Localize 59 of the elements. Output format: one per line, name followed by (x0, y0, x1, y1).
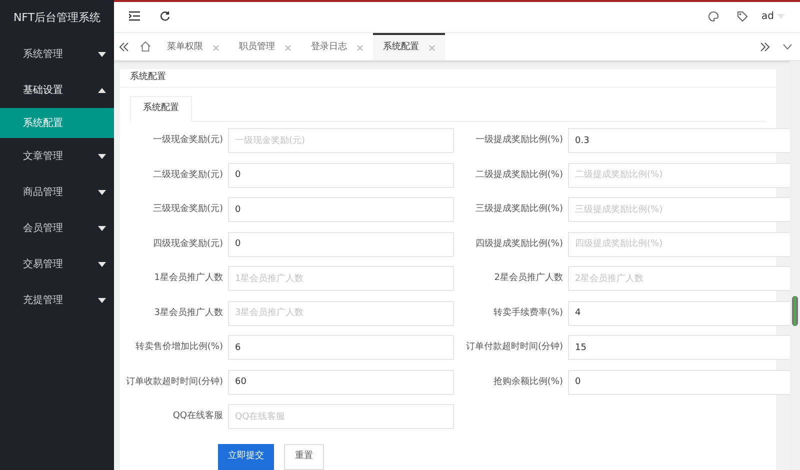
palette-icon[interactable] (708, 10, 719, 22)
card-title: 系统配置 (130, 71, 166, 84)
scroll-left-icon[interactable] (119, 42, 129, 52)
sidebar-item[interactable]: 商品管理 (0, 174, 114, 210)
field-label: QQ在线客服 (172, 410, 224, 423)
sidebar-item[interactable]: 会员管理 (0, 210, 114, 246)
field-label: 转卖售价增加比例(%) (134, 341, 224, 354)
caret-down-icon (98, 262, 106, 266)
input-field[interactable]: QQ在线客服 (228, 404, 454, 430)
submit-button[interactable]: 立即提交 (218, 444, 274, 470)
home-icon[interactable] (140, 41, 151, 52)
chevron-down-icon[interactable] (783, 44, 792, 50)
field-label: 3星会员推广人数 (153, 306, 224, 320)
field-label: 转卖手续费率(%) (492, 306, 564, 320)
input-field[interactable]: 6 (228, 335, 454, 360)
input-field[interactable]: 0 (228, 232, 454, 257)
sidebar-subitem[interactable]: 系统配置 (0, 108, 114, 138)
input-field[interactable]: 1星会员推广人数 (228, 266, 454, 292)
page-tab[interactable]: 登录日志 (301, 33, 373, 60)
page-tab[interactable]: 系统配置 (373, 33, 445, 60)
field-label: 订单收款超时时间(分钟) (124, 376, 224, 388)
scroll-right-icon[interactable] (760, 42, 770, 52)
field-label: 二级现金奖励(元) (152, 168, 224, 182)
field-label: 三级提成奖励比例(%) (474, 203, 564, 216)
caret-down-icon (777, 14, 785, 18)
sidebar-item[interactable]: 系统管理 (0, 36, 114, 72)
user-menu[interactable]: ad (762, 8, 785, 24)
input-field[interactable]: 0 (228, 197, 454, 222)
field-label: 2星会员推广人数 (493, 272, 564, 285)
page-tab[interactable]: 菜单权限 (157, 33, 229, 60)
field-label: 一级现金奖励(元) (152, 134, 224, 147)
sidebar-item[interactable]: 基础设置 (0, 72, 114, 108)
field-label: 1星会员推广人数 (153, 272, 224, 285)
caret-up-icon (98, 88, 106, 92)
tag-icon[interactable] (736, 10, 748, 22)
form-tab[interactable]: 系统配置 (130, 96, 192, 122)
input-field[interactable]: 60 (228, 370, 454, 395)
field-label: 一级提成奖励比例(%) (474, 134, 564, 147)
caret-down-icon (98, 190, 106, 194)
field-label: 抢购余额比例(%) (492, 376, 564, 388)
field-label: 四级现金奖励(元) (152, 238, 224, 250)
sidebar-item[interactable]: 文章管理 (0, 138, 114, 174)
caret-down-icon (98, 52, 106, 56)
caret-down-icon (98, 226, 106, 230)
field-label: 四级提成奖励比例(%) (474, 238, 564, 250)
sidebar-item[interactable]: 充提管理 (0, 282, 114, 318)
input-field[interactable]: 3星会员推广人数 (228, 300, 454, 326)
app-title: NFT后台管理系统 (13, 10, 101, 26)
field-label: 二级提成奖励比例(%) (474, 168, 564, 182)
caret-down-icon (98, 298, 106, 302)
reset-button[interactable]: 重置 (284, 444, 324, 470)
menu-collapse-icon[interactable] (129, 11, 140, 21)
input-field[interactable]: 0 (228, 162, 454, 188)
page-tab[interactable]: 职员管理 (229, 33, 301, 60)
refresh-icon[interactable] (160, 11, 170, 21)
field-label: 订单付款超时时间(分钟) (464, 341, 564, 354)
sidebar-item[interactable]: 交易管理 (0, 246, 114, 282)
caret-down-icon (98, 154, 106, 158)
field-label: 三级现金奖励(元) (152, 203, 224, 216)
